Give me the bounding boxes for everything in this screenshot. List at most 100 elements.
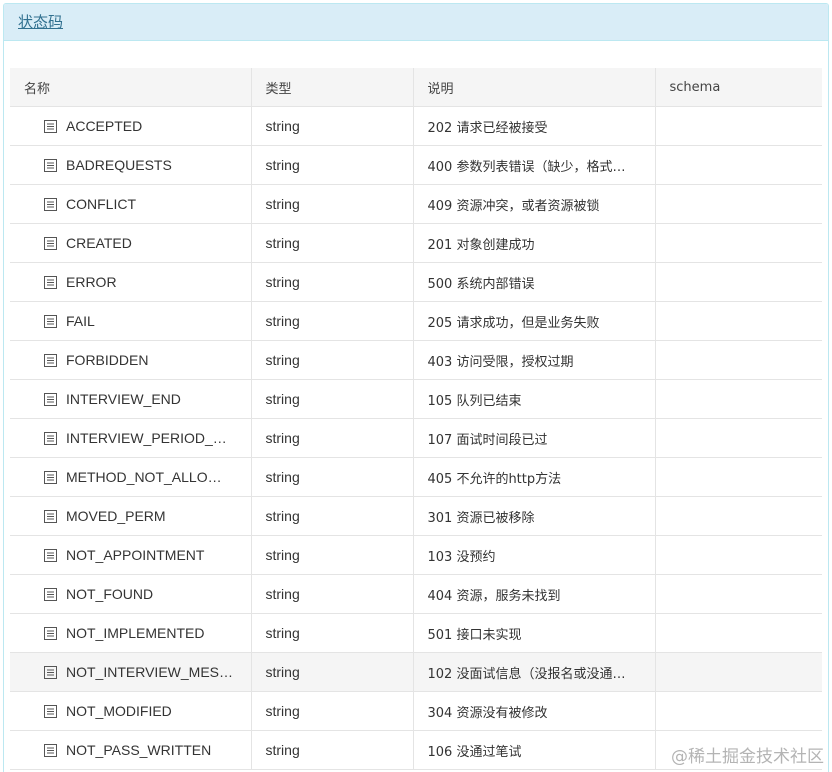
- table-row: NOT_INTERVIEW_MES… string 102 没面试信息（没报名或没通…: [10, 652, 822, 692]
- cell-description: 405 不允许的http方法: [413, 457, 656, 497]
- cell-type: string: [251, 496, 414, 536]
- document-list-icon: [44, 510, 57, 523]
- cell-schema: [655, 379, 822, 419]
- cell-type: string: [251, 145, 414, 185]
- table-row: MOVED_PERM string 301 资源已被移除: [10, 496, 822, 536]
- table-row: FAIL string 205 请求成功，但是业务失败: [10, 301, 822, 341]
- watermark: @稀土掘金技术社区: [671, 747, 824, 767]
- cell-description: 102 没面试信息（没报名或没通…: [413, 652, 656, 692]
- status-code-table: 名称 类型 说明 schema ACCEPTED string 202 请求已经被接…: [10, 68, 822, 770]
- cell-name: CREATED: [10, 223, 252, 263]
- status-name: NOT_APPOINTMENT: [66, 547, 205, 563]
- cell-name: NOT_IMPLEMENTED: [10, 613, 252, 653]
- status-name: FAIL: [66, 313, 95, 329]
- cell-schema: [655, 496, 822, 536]
- document-list-icon: [44, 120, 57, 133]
- cell-name: CONFLICT: [10, 184, 252, 224]
- cell-name: FORBIDDEN: [10, 340, 252, 380]
- document-list-icon: [44, 549, 57, 562]
- document-list-icon: [44, 237, 57, 250]
- table-row: FORBIDDEN string 403 访问受限，授权过期: [10, 340, 822, 380]
- cell-type: string: [251, 340, 414, 380]
- status-name: CREATED: [66, 235, 132, 251]
- cell-type: string: [251, 184, 414, 224]
- cell-schema: [655, 457, 822, 497]
- cell-description: 301 资源已被移除: [413, 496, 656, 536]
- cell-schema: [655, 613, 822, 653]
- cell-name: METHOD_NOT_ALLO…: [10, 457, 252, 497]
- cell-description: 304 资源没有被修改: [413, 691, 656, 731]
- cell-name: NOT_INTERVIEW_MES…: [10, 652, 252, 692]
- table-row: CREATED string 201 对象创建成功: [10, 223, 822, 263]
- table-row: NOT_MODIFIED string 304 资源没有被修改: [10, 691, 822, 731]
- cell-description: 105 队列已结束: [413, 379, 656, 419]
- table-row: BADREQUESTS string 400 参数列表错误（缺少，格式…: [10, 145, 822, 185]
- cell-name: NOT_APPOINTMENT: [10, 535, 252, 575]
- document-list-icon: [44, 471, 57, 484]
- cell-schema: [655, 184, 822, 224]
- cell-type: string: [251, 574, 414, 614]
- cell-description: 107 面试时间段已过: [413, 418, 656, 458]
- cell-schema: [655, 223, 822, 263]
- status-name: METHOD_NOT_ALLO…: [66, 469, 222, 485]
- document-list-icon: [44, 432, 57, 445]
- cell-name: NOT_MODIFIED: [10, 691, 252, 731]
- cell-schema: [655, 340, 822, 380]
- status-name: NOT_IMPLEMENTED: [66, 625, 205, 641]
- table-body: ACCEPTED string 202 请求已经被接受 BADREQUESTS stri…: [10, 106, 822, 770]
- cell-schema: [655, 262, 822, 302]
- cell-description: 500 系统内部错误: [413, 262, 656, 302]
- cell-description: 400 参数列表错误（缺少，格式…: [413, 145, 656, 185]
- column-header-schema: schema: [655, 68, 822, 107]
- status-name: ERROR: [66, 274, 117, 290]
- cell-name: NOT_FOUND: [10, 574, 252, 614]
- cell-schema: [655, 145, 822, 185]
- cell-type: string: [251, 301, 414, 341]
- cell-name: INTERVIEW_END: [10, 379, 252, 419]
- status-name: CONFLICT: [66, 196, 136, 212]
- cell-type: string: [251, 379, 414, 419]
- cell-description: 202 请求已经被接受: [413, 106, 656, 146]
- cell-name: INTERVIEW_PERIOD_…: [10, 418, 252, 458]
- cell-type: string: [251, 262, 414, 302]
- cell-type: string: [251, 223, 414, 263]
- status-name: FORBIDDEN: [66, 352, 149, 368]
- document-list-icon: [44, 666, 57, 679]
- document-list-icon: [44, 393, 57, 406]
- cell-type: string: [251, 613, 414, 653]
- column-header-name: 名称: [10, 68, 252, 107]
- cell-type: string: [251, 457, 414, 497]
- document-list-icon: [44, 354, 57, 367]
- document-list-icon: [44, 705, 57, 718]
- cell-name: MOVED_PERM: [10, 496, 252, 536]
- cell-type: string: [251, 418, 414, 458]
- cell-type: string: [251, 730, 414, 770]
- cell-schema: [655, 574, 822, 614]
- cell-description: 404 资源，服务未找到: [413, 574, 656, 614]
- cell-description: 106 没通过笔试: [413, 730, 656, 770]
- status-name: NOT_FOUND: [66, 586, 154, 602]
- panel-title-link[interactable]: 状态码: [18, 13, 63, 31]
- status-name: BADREQUESTS: [66, 157, 172, 173]
- status-name: NOT_PASS_WRITTEN: [66, 742, 212, 758]
- status-name: INTERVIEW_PERIOD_…: [66, 430, 227, 446]
- cell-schema: [655, 691, 822, 731]
- cell-schema: [655, 106, 822, 146]
- table-row: ERROR string 500 系统内部错误: [10, 262, 822, 302]
- cell-schema: [655, 535, 822, 575]
- document-list-icon: [44, 588, 57, 601]
- table-row: CONFLICT string 409 资源冲突，或者资源被锁: [10, 184, 822, 224]
- cell-name: NOT_PASS_WRITTEN: [10, 730, 252, 770]
- status-name: MOVED_PERM: [66, 508, 166, 524]
- cell-schema: [655, 301, 822, 341]
- cell-name: BADREQUESTS: [10, 145, 252, 185]
- cell-type: string: [251, 106, 414, 146]
- table-row: NOT_FOUND string 404 资源，服务未找到: [10, 574, 822, 614]
- cell-description: 205 请求成功，但是业务失败: [413, 301, 656, 341]
- cell-schema: [655, 418, 822, 458]
- table-row: INTERVIEW_PERIOD_… string 107 面试时间段已过: [10, 418, 822, 458]
- cell-type: string: [251, 691, 414, 731]
- table-row: METHOD_NOT_ALLO… string 405 不允许的http方法: [10, 457, 822, 497]
- column-header-type: 类型: [251, 68, 414, 107]
- document-list-icon: [44, 198, 57, 211]
